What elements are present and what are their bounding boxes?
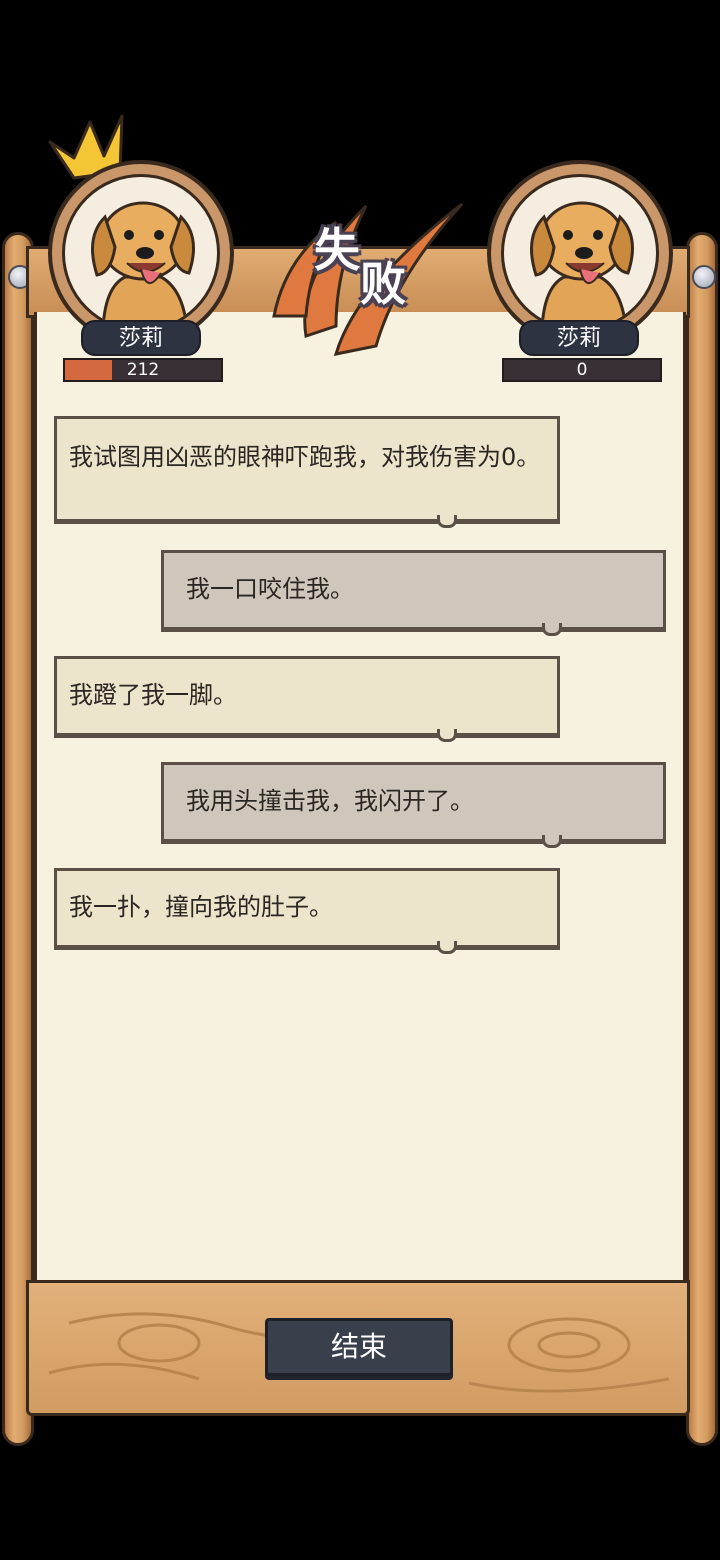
opponent-hp-value: 0 xyxy=(576,360,588,380)
opponent-name-tag: 莎莉 xyxy=(519,320,639,356)
battle-log-entry: 我试图用凶恶的眼神吓跑我，对我伤害为0。 xyxy=(54,416,560,528)
opponent-portrait xyxy=(487,160,673,346)
player-hp-bar: 212 xyxy=(63,358,223,382)
battle-log-text: 我用头撞击我，我闪开了。 xyxy=(186,787,474,815)
end-button[interactable]: 结束 xyxy=(265,1318,453,1376)
battle-log-entry: 我蹬了我一脚。 xyxy=(54,656,560,742)
result-glyph: 失 xyxy=(314,223,360,277)
result-glyph: 败 xyxy=(360,257,406,311)
player-name-tag: 莎莉 xyxy=(81,320,201,356)
bubble-notch xyxy=(437,729,457,742)
battle-log-text: 我蹬了我一脚。 xyxy=(69,681,237,709)
bubble-notch xyxy=(437,515,457,528)
opponent-hp-bar: 0 xyxy=(502,358,662,382)
player-hp-value: 212 xyxy=(126,360,160,380)
battle-log-entry: 我一扑，撞向我的肚子。 xyxy=(54,868,560,954)
battle-log-text: 我一口咬住我。 xyxy=(186,575,354,603)
frame-post-right xyxy=(686,232,718,1446)
battle-log-text: 我一扑，撞向我的肚子。 xyxy=(69,893,333,921)
battle-log-text: 我试图用凶恶的眼神吓跑我，对我伤害为0。 xyxy=(69,443,541,471)
bubble-notch xyxy=(542,835,562,848)
frame-post-left xyxy=(2,232,34,1446)
bolt-icon xyxy=(692,265,716,289)
battle-log-entry: 我一口咬住我。 xyxy=(161,550,666,636)
bubble-notch xyxy=(437,941,457,954)
dog-avatar-icon xyxy=(530,201,634,329)
player-portrait xyxy=(48,160,234,346)
bubble-notch xyxy=(542,623,562,636)
player-hp-fill xyxy=(65,360,112,380)
battle-log-entry: 我用头撞击我，我闪开了。 xyxy=(161,762,666,848)
dog-avatar-icon xyxy=(91,201,195,329)
